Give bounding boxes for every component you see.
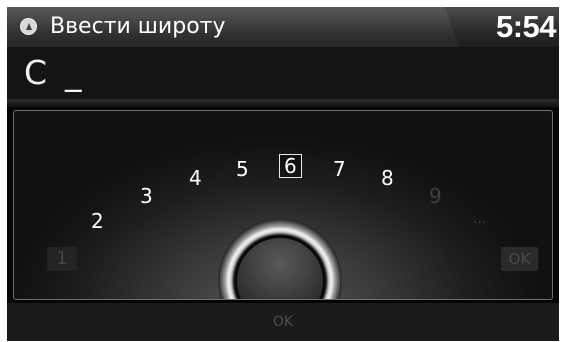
ok-button: OK	[272, 314, 294, 330]
key-9: 9	[429, 184, 442, 208]
dial-keypad-panel: 1 2 3 4 5 6 7 8 9 ... OK	[13, 110, 553, 300]
latitude-input-field: С _	[7, 47, 559, 99]
key-8[interactable]: 8	[381, 166, 394, 190]
divider	[7, 99, 559, 107]
header-bar: Ввести широту 5:54	[7, 7, 559, 47]
key-7[interactable]: 7	[333, 157, 346, 181]
key-6[interactable]: 6	[279, 154, 302, 178]
footer-bar: OK	[7, 303, 559, 341]
navigation-icon	[20, 18, 37, 35]
key-2[interactable]: 2	[91, 209, 104, 233]
input-cursor: _	[65, 53, 82, 92]
key-more: ...	[473, 211, 487, 227]
input-value: С	[24, 53, 48, 92]
page-title: Ввести широту	[50, 14, 226, 39]
key-4[interactable]: 4	[189, 166, 202, 190]
clock: 5:54	[495, 9, 557, 44]
navigation-screen: Ввести широту 5:54 С _ 1 2 3 4 5 6 7 8 9…	[7, 7, 559, 341]
key-5[interactable]: 5	[236, 157, 249, 181]
key-3[interactable]: 3	[140, 184, 153, 208]
key-1: 1	[47, 247, 77, 271]
ok-button-dim: OK	[501, 247, 538, 271]
